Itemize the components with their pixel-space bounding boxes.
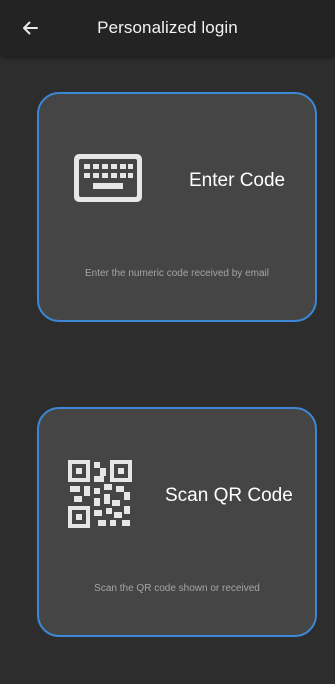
scan-qr-card[interactable]: Scan QR Code Scan the QR code shown or r…	[37, 407, 317, 637]
enter-code-title: Enter Code	[189, 170, 286, 191]
app-bar: Personalized login	[0, 0, 335, 56]
enter-code-card[interactable]: Enter Code Enter the numeric code receiv…	[37, 92, 317, 322]
qr-code-icon	[68, 460, 132, 528]
page-title: Personalized login	[97, 18, 238, 37]
scan-qr-title: Scan QR Code	[165, 485, 293, 506]
enter-code-description: Enter the numeric code received by email	[85, 268, 269, 279]
scan-qr-description: Scan the QR code shown or received	[94, 583, 260, 594]
keyboard-icon	[74, 154, 142, 202]
